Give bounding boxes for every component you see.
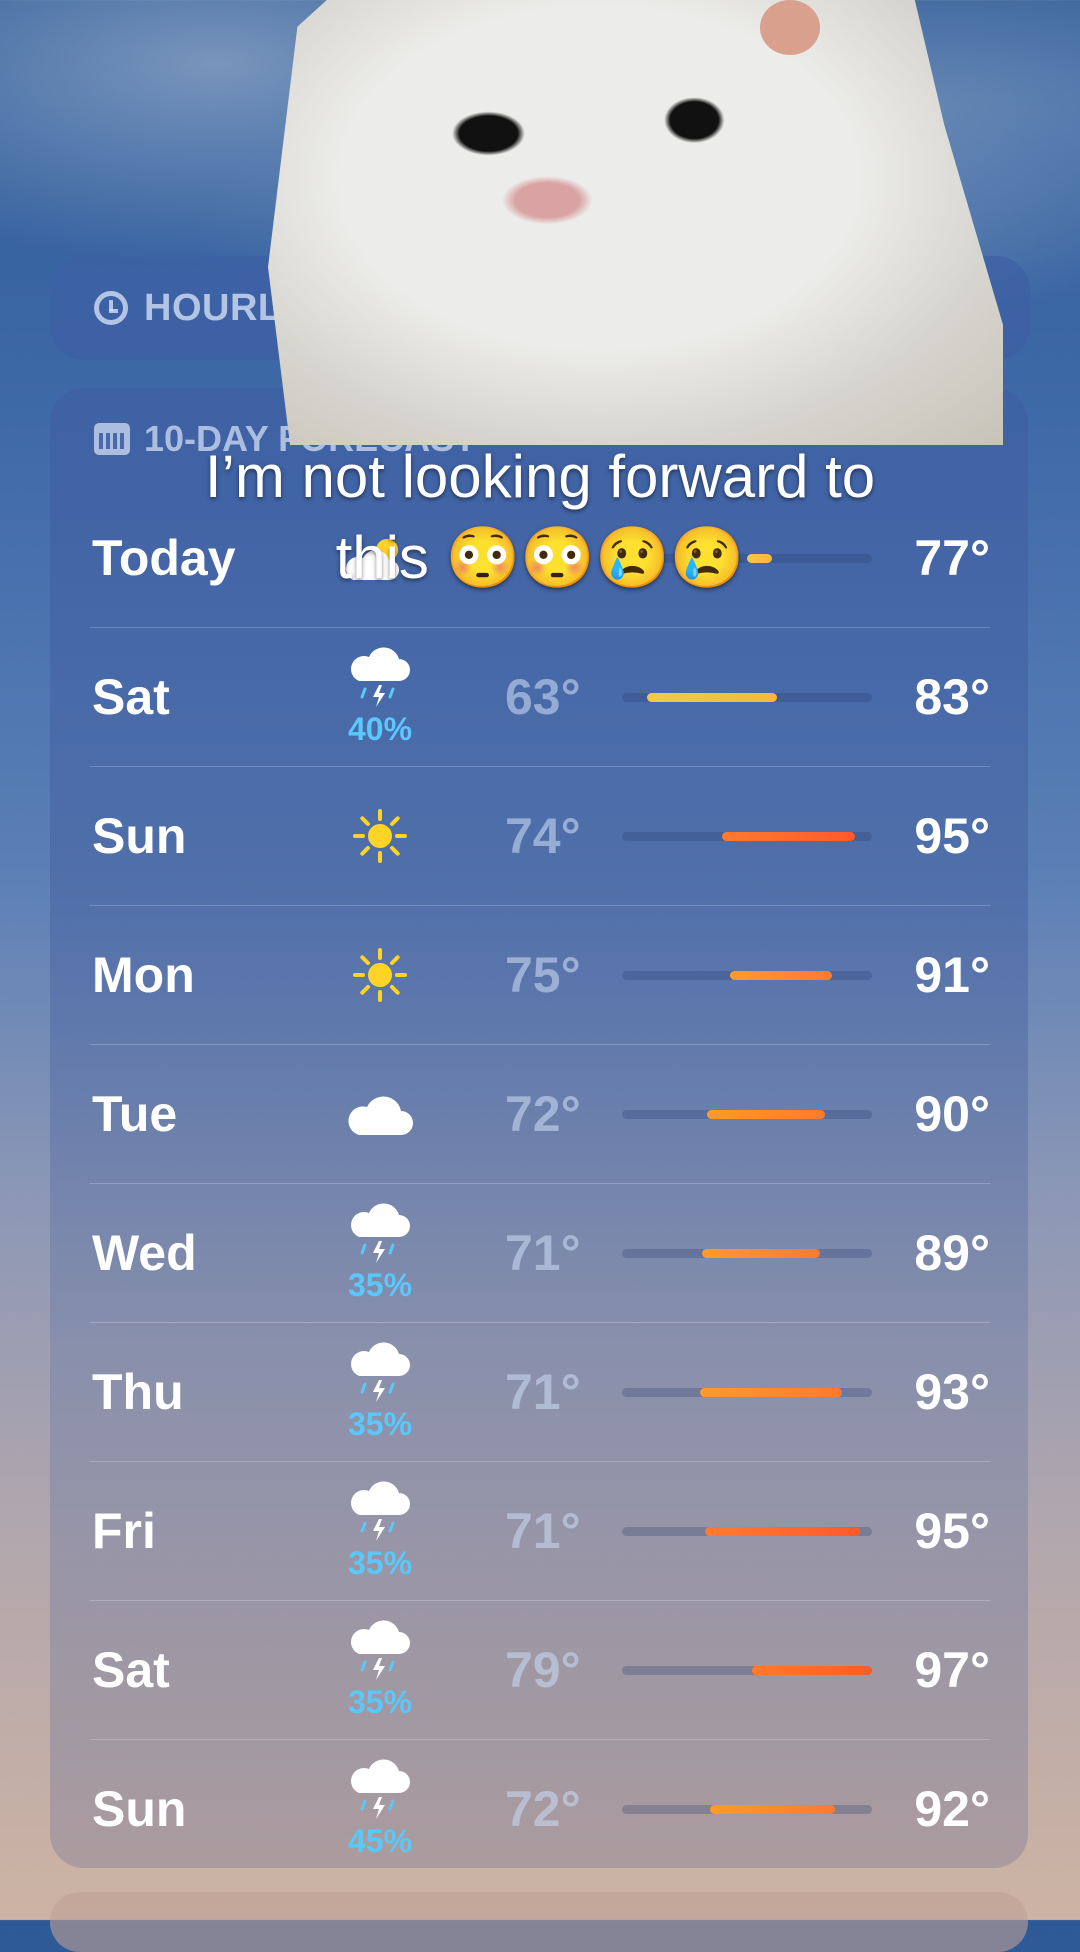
low-temp: 72° [505,1086,581,1142]
precipitation-chance: 35% [347,1683,413,1720]
thunderstorm-icon: 35% [335,1184,425,1322]
forecast-day: Sat [92,1642,170,1698]
forecast-day: Sun [92,1781,187,1837]
forecast-list: Today 77° Sat 40% 63° 83° Sun 74° 95° Mon 75° 91°… [90,489,990,1878]
precipitation-chance: 45% [347,1822,413,1859]
forecast-day: Sun [92,808,187,864]
high-temp: 91° [914,947,990,1003]
temp-range-bar [622,1249,872,1258]
low-temp: 71° [505,1225,581,1281]
temp-range-bar [622,1527,872,1536]
high-temp: 83° [914,669,990,725]
low-temp: 63° [505,669,581,725]
low-temp: 72° [505,1781,581,1837]
temp-range-bar [622,693,872,702]
clock-icon [94,291,128,325]
thunderstorm-icon: 35% [335,1323,425,1461]
temp-range-fill [702,1249,820,1258]
temp-range-bar [622,971,872,980]
temp-range-bar [622,1666,872,1675]
temp-range-fill [722,832,855,841]
forecast-row[interactable]: Fri 35% 71° 95° [90,1461,990,1600]
high-temp: 89° [914,1225,990,1281]
forecast-row[interactable]: Thu 35% 71° 93° [90,1322,990,1461]
sun-icon [335,906,425,1044]
low-temp: 71° [505,1364,581,1420]
thunderstorm-icon: 35% [335,1462,425,1600]
temp-range-fill [707,1110,825,1119]
cloud-icon [335,1045,425,1183]
forecast-row[interactable]: Sat 35% 79° 97° [90,1600,990,1739]
temp-range-bar [622,1805,872,1814]
temp-range-bar [622,1388,872,1397]
forecast-day: Sat [92,669,170,725]
high-temp: 93° [914,1364,990,1420]
temp-range-fill [729,971,832,980]
forecast-day: Wed [92,1225,197,1281]
precipitation-chance: 35% [347,1405,413,1442]
next-card[interactable] [50,1892,1028,1952]
caption-line-2: this 😳😳😢😢 [335,524,745,591]
low-temp: 79° [505,1642,581,1698]
precipitation-chance: 35% [347,1544,413,1581]
forecast-row[interactable]: Wed 35% 71° 89° [90,1183,990,1322]
temp-range-fill [709,1805,835,1814]
forecast-row[interactable]: Mon 75° 91° [90,905,990,1044]
thunderstorm-icon: 35% [335,1601,425,1739]
forecast-day: Thu [92,1364,184,1420]
forecast-row[interactable]: Sun 45% 72° 92° [90,1739,990,1878]
forecast-row[interactable]: Sun 74° 95° [90,766,990,905]
temp-range-bar [622,832,872,841]
thunderstorm-icon: 40% [335,628,425,766]
high-temp: 92° [914,1781,990,1837]
forecast-row[interactable]: Sat 40% 63° 83° [90,627,990,766]
precipitation-chance: 35% [347,1266,413,1303]
caption-line-1: I’m not looking forward to [204,443,876,510]
low-temp: 71° [505,1503,581,1559]
high-temp: 97° [914,1642,990,1698]
high-temp: 90° [914,1086,990,1142]
cat-ear [760,0,820,55]
high-temp: 95° [914,1503,990,1559]
forecast-day: Fri [92,1503,156,1559]
temp-range-fill [647,693,777,702]
temp-range-bar [622,1110,872,1119]
temp-range-fill [704,1527,860,1536]
high-temp: 95° [914,808,990,864]
forecast-day: Mon [92,947,195,1003]
thunderstorm-icon: 45% [335,1740,425,1878]
low-temp: 74° [505,808,581,864]
crying-cat-meme-image [268,0,1003,445]
precipitation-chance: 40% [347,710,413,747]
forecast-day: Tue [92,1086,178,1142]
temp-range-fill [752,1666,872,1675]
low-temp: 75° [505,947,581,1003]
temp-range-fill [699,1388,842,1397]
sun-icon [335,767,425,905]
forecast-row[interactable]: Tue 72° 90° [90,1044,990,1183]
